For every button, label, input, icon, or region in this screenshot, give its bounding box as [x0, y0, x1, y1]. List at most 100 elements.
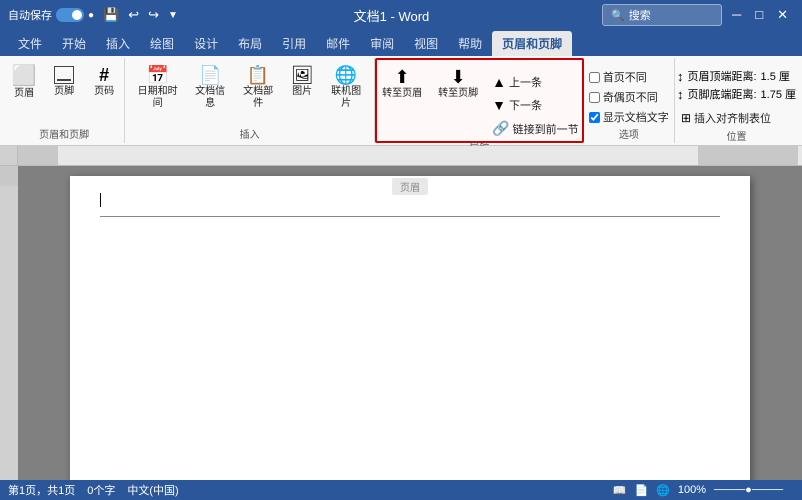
- header-distance-label: 页眉顶端距离:: [687, 68, 756, 84]
- ribbon-tabs: 文件 开始 插入 绘图 设计 布局 引用 邮件 审阅 视图 帮助 页眉和页脚: [0, 30, 802, 56]
- pagenumber-icon: #: [99, 66, 109, 84]
- footer-button[interactable]: 页脚: [46, 64, 82, 100]
- onlineimage-icon: 🌐: [335, 66, 357, 84]
- group-position-content: ↕ 页眉顶端距离: 1.5 厘 ↕ 页脚底端距离: 1.75 厘 ⊞ 插入对齐制…: [677, 60, 796, 128]
- docinfo-icon: 📄: [199, 66, 221, 84]
- insert-tab-label: 插入对齐制表位: [694, 110, 771, 126]
- ruler-corner: [0, 146, 18, 165]
- onlineimage-button[interactable]: 🌐 联机图片: [324, 64, 368, 112]
- search-placeholder: 搜索: [629, 7, 651, 23]
- autosave-toggle[interactable]: [56, 8, 84, 22]
- tab-references[interactable]: 引用: [272, 31, 316, 56]
- goto-footer-button[interactable]: ⬇ 转至页脚: [432, 66, 484, 102]
- tab-file[interactable]: 文件: [8, 31, 52, 56]
- header-button[interactable]: ⬜ 页眉: [6, 64, 42, 102]
- search-icon: 🔍: [611, 9, 625, 22]
- tab-home[interactable]: 开始: [52, 31, 96, 56]
- group-header-footer-content: ⬜ 页眉 页脚 # 页码: [6, 60, 122, 126]
- next-section-button[interactable]: ▼ 下一条: [488, 95, 582, 115]
- insert-tab-button[interactable]: ⊞ 插入对齐制表位: [677, 108, 796, 128]
- redo-icon[interactable]: ↪: [145, 5, 162, 25]
- document-page: 页眉: [70, 176, 750, 480]
- datetime-label: 日期和时间: [135, 86, 180, 110]
- view-web-icon[interactable]: 🌐: [656, 484, 670, 497]
- prev-section-button[interactable]: ▲ 上一条: [488, 72, 582, 92]
- status-bar: 第1页，共1页 0个字 中文(中国) 📖 📄 🌐 100% ────●────: [0, 480, 802, 500]
- tab-layout[interactable]: 布局: [228, 31, 272, 56]
- option-firstpage-checkbox[interactable]: [589, 72, 600, 83]
- goto-footer-icon: ⬇: [451, 68, 466, 86]
- onlineimage-label: 联机图片: [328, 86, 364, 110]
- customize-icon[interactable]: ▼: [165, 8, 181, 23]
- tab-design[interactable]: 设计: [184, 31, 228, 56]
- option-show-doctext[interactable]: 显示文档文字: [587, 108, 671, 126]
- maximize-button[interactable]: □: [749, 5, 769, 25]
- goto-header-icon: ⬆: [395, 68, 410, 86]
- footer-distance-label: 页脚底端距离:: [687, 86, 756, 102]
- horizontal-ruler: [0, 146, 802, 166]
- pagenumber-label: 页码: [94, 86, 114, 98]
- body-content[interactable]: [70, 217, 750, 437]
- option-oddeven-different[interactable]: 奇偶页不同: [587, 88, 671, 106]
- tab-insert[interactable]: 插入: [96, 31, 140, 56]
- footer-distance-row: ↕ 页脚底端距离: 1.75 厘: [677, 86, 796, 102]
- view-print-icon[interactable]: 📄: [634, 484, 648, 497]
- group-options: 首页不同 奇偶页不同 显示文档文字 选项: [584, 58, 675, 143]
- document-title: 文档1 - Word: [354, 6, 430, 25]
- docinfo-button[interactable]: 📄 文档信息: [188, 64, 232, 112]
- link-prev-button[interactable]: 🔗 链接到前一节: [488, 118, 582, 139]
- option-firstpage-different[interactable]: 首页不同: [587, 68, 671, 86]
- group-insert: 📅 日期和时间 📄 文档信息 📋 文档部件 🖼 图片 🌐 联机图片 插入: [125, 58, 375, 143]
- option-show-doctext-checkbox[interactable]: [589, 112, 600, 123]
- tab-header-footer[interactable]: 页眉和页脚: [492, 31, 572, 56]
- image-icon: 🖼: [291, 66, 314, 84]
- tab-help[interactable]: 帮助: [448, 31, 492, 56]
- view-read-icon[interactable]: 📖: [613, 484, 627, 497]
- datetime-icon: 📅: [146, 66, 168, 84]
- datetime-button[interactable]: 📅 日期和时间: [131, 64, 184, 112]
- prev-section-icon: ▲: [492, 74, 506, 90]
- title-bar: 自动保存 ● 💾 ↩ ↪ ▼ 文档1 - Word 🔍 搜索 ─ □ ✕: [0, 0, 802, 30]
- goto-header-button[interactable]: ⬆ 转至页眉: [376, 66, 428, 102]
- position-list: ↕ 页眉顶端距离: 1.5 厘 ↕ 页脚底端距离: 1.75 厘 ⊞ 插入对齐制…: [677, 64, 796, 128]
- zoom-level: 100%: [678, 484, 706, 496]
- goto-footer-label: 转至页脚: [438, 88, 478, 100]
- save-icon[interactable]: 💾: [100, 5, 122, 25]
- footer-icon: [54, 66, 74, 84]
- header-icon: ⬜: [12, 66, 37, 86]
- text-cursor: [100, 193, 101, 207]
- footer-label: 页脚: [54, 86, 74, 98]
- page-area[interactable]: 页眉: [18, 166, 802, 480]
- tab-review[interactable]: 审阅: [360, 31, 404, 56]
- group-options-label: 选项: [590, 126, 668, 143]
- group-position-label: 位置: [681, 128, 792, 145]
- docparts-button[interactable]: 📋 文档部件: [236, 64, 280, 112]
- close-button[interactable]: ✕: [771, 5, 794, 25]
- docparts-label: 文档部件: [240, 86, 276, 110]
- header-label-bar: 页眉: [392, 178, 428, 195]
- title-bar-center: 文档1 - Word: [354, 6, 430, 25]
- ribbon: ⬜ 页眉 页脚 # 页码 页眉和页脚 📅 日期和时间: [0, 56, 802, 146]
- option-oddeven-checkbox[interactable]: [589, 92, 600, 103]
- group-navigation-content: ⬆ 转至页眉 ⬇ 转至页脚 ▲ 上一条 ▼: [376, 62, 582, 139]
- docinfo-label: 文档信息: [192, 86, 228, 110]
- image-label: 图片: [292, 86, 312, 98]
- tab-view[interactable]: 视图: [404, 31, 448, 56]
- zoom-slider[interactable]: ────●────: [714, 484, 794, 496]
- language: 中文(中国): [127, 482, 178, 498]
- search-box[interactable]: 🔍 搜索: [602, 4, 722, 26]
- tab-mailings[interactable]: 邮件: [316, 31, 360, 56]
- undo-icon[interactable]: ↩: [125, 5, 142, 25]
- title-bar-right: 🔍 搜索 ─ □ ✕: [602, 4, 794, 26]
- next-section-icon: ▼: [492, 97, 506, 113]
- option-show-doctext-label: 显示文档文字: [603, 109, 669, 125]
- image-button[interactable]: 🖼 图片: [284, 64, 320, 100]
- link-prev-icon: 🔗: [492, 120, 509, 137]
- minimize-button[interactable]: ─: [726, 5, 747, 25]
- tab-draw[interactable]: 绘图: [140, 31, 184, 56]
- pagenumber-button[interactable]: # 页码: [86, 64, 122, 100]
- group-navigation: ⬆ 转至页眉 ⬇ 转至页脚 ▲ 上一条 ▼: [375, 58, 584, 143]
- page-count: 第1页，共1页: [8, 482, 75, 498]
- prev-section-label: 上一条: [509, 74, 542, 90]
- ruler-main: [18, 146, 802, 165]
